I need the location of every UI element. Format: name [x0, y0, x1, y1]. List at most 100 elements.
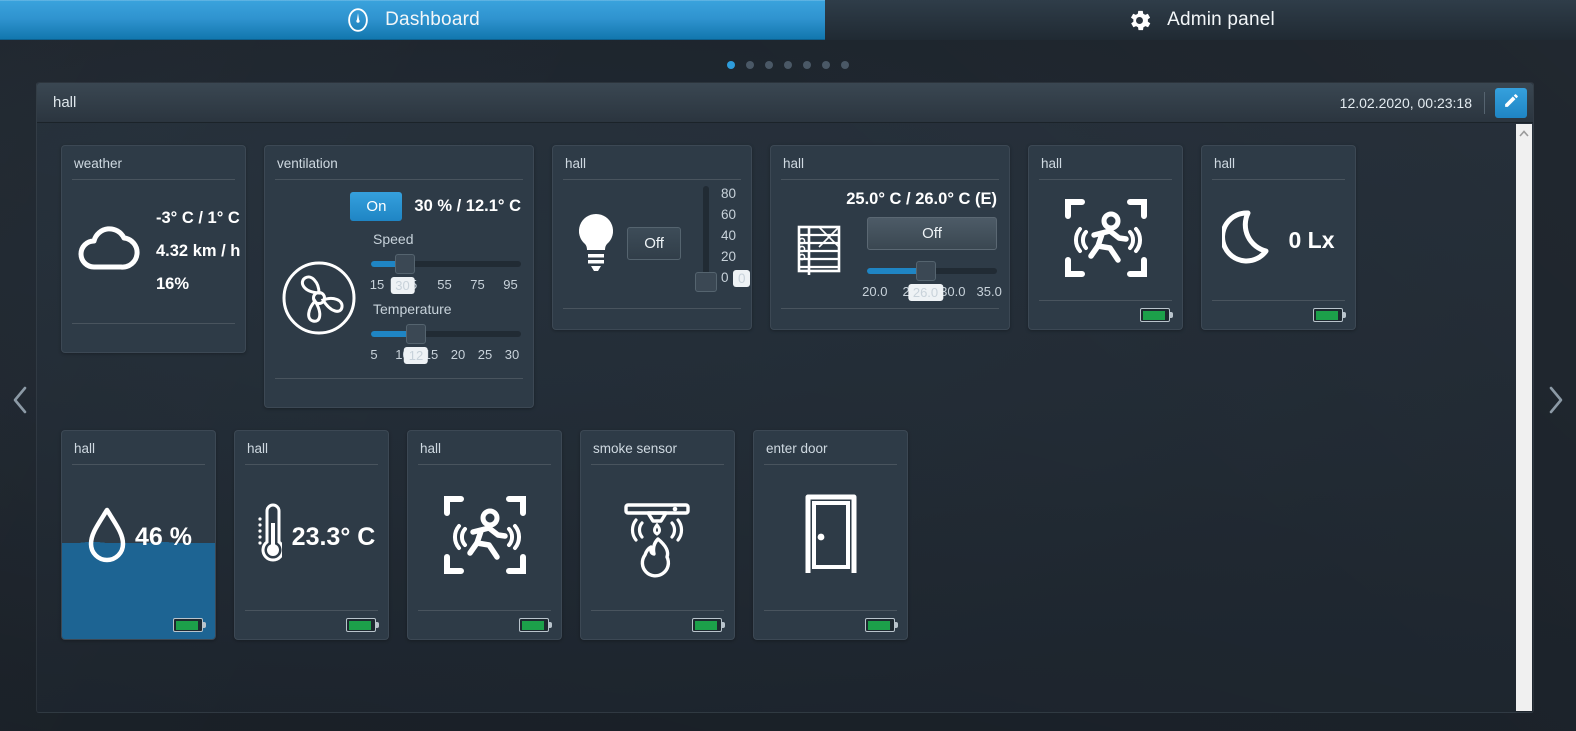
card-smoke-sensor-footer — [581, 611, 734, 639]
battery-icon — [519, 618, 552, 632]
lightbulb-icon — [565, 210, 627, 278]
cloud-icon — [74, 221, 144, 282]
tick: 35.0 — [976, 283, 1002, 299]
chevron-right-icon — [1546, 384, 1566, 421]
card-smoke-sensor[interactable]: smoke sensor — [580, 430, 735, 640]
edit-button[interactable] — [1495, 87, 1527, 118]
light-toggle-button[interactable]: Off — [627, 227, 681, 261]
light-dimmer-slider[interactable]: 80 60 40 20 0 0 — [694, 185, 751, 302]
temperature-value: 23.3° C — [291, 523, 376, 551]
slider-fill — [371, 331, 410, 337]
next-page-arrow[interactable] — [1536, 377, 1576, 427]
card-light-body: Off 80 60 40 20 0 0 — [553, 180, 751, 308]
prev-page-arrow[interactable] — [0, 377, 40, 427]
tick: 60 — [720, 206, 736, 222]
card-blinds-title: hall — [783, 156, 805, 171]
tab-dashboard[interactable]: Dashboard — [0, 0, 825, 40]
ventilation-readout: 30 % / 12.1° C — [414, 197, 521, 215]
speed-slider-ticks: 15 35 55 75 95 30 — [369, 277, 521, 295]
light-dimmer-ticks: 80 60 40 20 0 0 — [721, 186, 751, 290]
card-lux[interactable]: hall 0 Lx — [1201, 145, 1356, 330]
page-dot-5[interactable] — [803, 61, 811, 69]
moon-icon — [1220, 207, 1280, 274]
scroll-up-icon[interactable] — [1516, 126, 1532, 140]
slider-handle[interactable] — [395, 254, 415, 274]
card-blinds[interactable]: hall 25.0° C / 26.0° C (E) Off 20.0 30.0… — [770, 145, 1010, 330]
card-door-body — [754, 465, 907, 610]
page-dot-2[interactable] — [746, 61, 754, 69]
page-dot-6[interactable] — [822, 61, 830, 69]
tick: 30.0 — [940, 283, 966, 299]
thermometer-icon — [248, 503, 285, 572]
temperature-slider-ticks: 5 10 15 20 25 30 12 — [370, 347, 521, 365]
card-temperature[interactable]: hall 23.3° C — [234, 430, 389, 640]
card-door[interactable]: enter door — [753, 430, 908, 640]
lux-value: 0 Lx — [1288, 226, 1335, 253]
card-humidity[interactable]: hall 46 % — [61, 430, 216, 640]
battery-icon — [865, 618, 898, 632]
tick: 15 — [369, 277, 385, 292]
page-dot-4[interactable] — [784, 61, 792, 69]
card-smoke-sensor-body — [581, 465, 734, 610]
battery-icon — [173, 618, 206, 632]
header-divider — [1484, 91, 1485, 114]
door-icon — [800, 491, 862, 584]
temperature-slider[interactable] — [371, 323, 521, 345]
page-dot-1[interactable] — [727, 61, 735, 69]
card-light[interactable]: hall Off 80 60 40 20 0 0 — [552, 145, 752, 330]
weather-wind: 4.32 km / h — [156, 242, 241, 260]
card-motion-top[interactable]: hall — [1028, 145, 1183, 330]
card-ventilation[interactable]: ventilation On 30 % / 12.1° C Speed 15 5… — [264, 145, 534, 408]
blinds-slider-ticks: 20.0 25.0 30.0 35.0 26.0 — [862, 283, 1002, 302]
temperature-value-bubble: 12 — [403, 347, 429, 364]
slider-handle[interactable] — [405, 324, 426, 344]
blinds-slider[interactable] — [867, 260, 997, 282]
speed-value-bubble: 30 — [390, 277, 415, 294]
battery-icon — [1140, 308, 1173, 322]
page-dot-3[interactable] — [765, 61, 773, 69]
card-row-1: weather -3° C / 1° C 4.32 km / h 16% ven… — [61, 145, 1519, 408]
battery-icon — [346, 618, 379, 632]
card-blinds-body: 25.0° C / 26.0° C (E) Off 20.0 30.0 35.0… — [771, 180, 1009, 308]
panel-timestamp: 12.02.2020, 00:23:18 — [1339, 94, 1472, 111]
temperature-slider-label: Temperature — [373, 301, 452, 317]
card-motion-bottom[interactable]: hall — [407, 430, 562, 640]
smoke-detector-icon — [612, 489, 704, 586]
tick: 55 — [437, 277, 452, 292]
card-weather[interactable]: weather -3° C / 1° C 4.32 km / h 16% — [61, 145, 246, 353]
board-scrollbar[interactable] — [1516, 124, 1532, 711]
blinds-value-bubble: 26.0 — [907, 283, 944, 301]
card-motion-top-footer — [1029, 301, 1182, 329]
card-motion-top-title: hall — [1041, 156, 1063, 171]
battery-icon — [692, 618, 725, 632]
motion-sensor-icon — [1058, 190, 1154, 291]
card-door-title: enter door — [766, 441, 828, 456]
main-tab-bar: Dashboard Admin panel — [0, 0, 1576, 40]
page-dot-7[interactable] — [841, 61, 849, 69]
card-row-2: hall 46 % hall 23.3° C hall smoke sensor… — [61, 430, 1519, 640]
page-title: hall — [53, 94, 77, 111]
card-light-footer — [553, 308, 751, 329]
page-indicator-dots — [0, 61, 1576, 69]
card-weather-title: weather — [74, 156, 123, 171]
tick: 20 — [720, 248, 736, 264]
slider-handle[interactable] — [916, 260, 937, 281]
card-motion-bottom-footer — [408, 611, 561, 639]
tick: 20.0 — [862, 283, 888, 299]
ventilation-power-button[interactable]: On — [350, 192, 403, 221]
card-ventilation-title: ventilation — [277, 156, 338, 171]
humidity-value: 46 % — [135, 523, 192, 551]
fan-icon — [277, 225, 361, 365]
slider-handle[interactable] — [694, 271, 717, 292]
tab-admin-panel[interactable]: Admin panel — [825, 0, 1576, 40]
card-motion-bottom-body — [408, 465, 561, 610]
speed-slider[interactable] — [371, 253, 521, 275]
tick: 30 — [504, 347, 520, 362]
chevron-left-icon — [10, 384, 30, 421]
card-lux-footer — [1202, 301, 1355, 329]
panel-header: hall 12.02.2020, 00:23:18 — [37, 83, 1533, 123]
tick: 0 — [720, 269, 729, 285]
card-temperature-body: 23.3° C — [235, 465, 388, 610]
tick: 25 — [477, 347, 493, 362]
blinds-toggle-button[interactable]: Off — [867, 216, 997, 250]
